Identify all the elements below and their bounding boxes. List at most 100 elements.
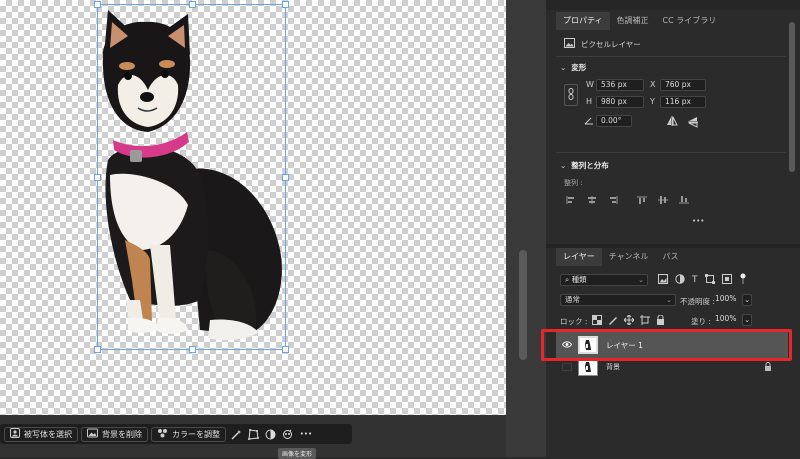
properties-scroll-thumb[interactable] [789, 22, 795, 172]
filter-adjustment-icon[interactable] [675, 273, 685, 286]
tab-layers[interactable]: レイヤー [556, 248, 602, 266]
visibility-toggle-empty[interactable] [562, 363, 572, 371]
height-field[interactable]: 980 px [596, 96, 644, 108]
lock-all-icon[interactable] [656, 314, 665, 327]
y-label: Y [650, 97, 655, 106]
align-title: 整列と分布 [571, 161, 609, 170]
properties-tab-bar: プロパティ 色調補正 CC ライブラリ [556, 12, 723, 30]
document-canvas[interactable] [0, 0, 506, 415]
opacity-dropdown[interactable]: ⌄ [742, 294, 752, 306]
remove-background-label: 背景を削除 [102, 429, 142, 439]
width-field[interactable]: 536 px [596, 79, 644, 91]
flip-vertical-icon[interactable] [688, 116, 698, 130]
tooltip-transform-image: 画像を変形 [278, 448, 317, 459]
layer-type-label: ピクセルレイヤー [581, 39, 641, 49]
filter-kind-label: 種類 [571, 275, 587, 284]
align-horizontal-center-icon[interactable] [587, 196, 597, 206]
angle-icon [584, 117, 594, 127]
align-bottom-icon[interactable] [679, 196, 689, 206]
x-label: X [650, 80, 656, 89]
right-panel: プロパティ 色調補正 CC ライブラリ ピクセルレイヤー ⌄ 変形 W 536 p… [546, 0, 800, 457]
filter-type-icon[interactable]: T [692, 275, 698, 285]
transform-section-header[interactable]: ⌄ 変形 [560, 62, 586, 73]
tab-channels[interactable]: チャンネル [602, 248, 656, 266]
lock-image-pixels-icon[interactable] [608, 315, 618, 327]
divider [556, 56, 786, 57]
canvas-scroll-thumb[interactable] [519, 250, 527, 360]
handle-top-center[interactable] [189, 1, 196, 8]
opacity-label: 不透明度 : [680, 297, 715, 306]
fill-field[interactable]: 100% [714, 314, 742, 326]
handle-middle-left[interactable] [94, 174, 101, 181]
divider [556, 152, 786, 153]
lock-icon [764, 361, 772, 373]
y-position-field[interactable]: 116 px [660, 96, 706, 108]
align-top-icon[interactable] [637, 196, 647, 206]
chain-link-icon [568, 88, 574, 102]
layer-type-row: ピクセルレイヤー [564, 38, 641, 50]
filter-smart-object-icon[interactable] [721, 273, 732, 286]
more-options-button[interactable]: ••• [297, 427, 315, 441]
align-label: 整列 : [564, 179, 583, 187]
transform-image-icon[interactable] [246, 427, 260, 441]
chevron-down-icon: ⌄ [744, 315, 751, 324]
x-position-field[interactable]: 760 px [660, 79, 706, 91]
flip-horizontal-icon[interactable] [666, 116, 678, 128]
chevron-down-icon: ⌄ [666, 296, 672, 304]
panel-top-bar [546, 0, 800, 10]
lock-label: ロック : [560, 317, 588, 326]
fill-dropdown[interactable]: ⌄ [742, 314, 752, 326]
lock-transparent-icon[interactable] [592, 315, 602, 327]
angle-field[interactable]: 0.00° [596, 115, 632, 127]
align-right-icon[interactable] [608, 196, 618, 206]
align-distribute-section-header[interactable]: ⌄ 整列と分布 [560, 160, 609, 171]
handle-bottom-center[interactable] [189, 346, 196, 353]
filter-shape-icon[interactable] [704, 273, 715, 286]
layer-name: 背景 [606, 363, 620, 371]
lock-artboard-icon[interactable] [640, 315, 650, 327]
tab-properties[interactable]: プロパティ [556, 12, 610, 30]
layer-filter-kind-select[interactable]: ⌕ 種類 ⌄ [560, 274, 648, 286]
contextual-task-bar: 被写体を選択 背景を削除 カラーを調整 ••• [0, 424, 352, 444]
handle-bottom-left[interactable] [94, 346, 101, 353]
tab-adjustments[interactable]: 色調補正 [610, 12, 656, 30]
chevron-down-icon: ⌄ [638, 276, 644, 284]
tab-cc-libraries[interactable]: CC ライブラリ [656, 12, 724, 30]
handle-top-right[interactable] [282, 1, 289, 8]
transform-bounding-box[interactable] [94, 1, 289, 353]
image-icon [87, 428, 98, 440]
align-vertical-center-icon[interactable] [658, 196, 668, 206]
magic-wand-icon[interactable] [229, 427, 243, 441]
remove-background-button[interactable]: 背景を削除 [81, 426, 148, 442]
layers-tab-bar: レイヤー チャンネル パス [556, 248, 686, 266]
selected-layer-highlight-box [541, 329, 792, 361]
link-dimensions-button[interactable] [564, 84, 578, 106]
align-left-icon[interactable] [566, 196, 576, 206]
opacity-field[interactable]: 100% [714, 294, 742, 306]
generative-fill-icon[interactable] [280, 427, 294, 441]
canvas-scrollbar[interactable] [506, 0, 546, 457]
chevron-down-icon: ⌄ [744, 295, 751, 304]
select-subject-label: 被写体を選択 [24, 429, 72, 439]
align-buttons [566, 196, 689, 206]
adjust-color-button[interactable]: カラーを調整 [151, 426, 226, 442]
filter-pixel-icon[interactable] [658, 273, 668, 286]
align-more-button[interactable]: ••• [692, 217, 704, 225]
select-subject-button[interactable]: 被写体を選択 [4, 426, 78, 442]
filter-toggle-icon[interactable] [739, 273, 747, 286]
fill-label: 塗り : [691, 317, 711, 326]
tab-paths[interactable]: パス [656, 248, 686, 266]
adjustment-circle-icon[interactable] [263, 427, 277, 441]
lock-position-icon[interactable] [623, 314, 635, 327]
chevron-down-icon: ⌄ [560, 63, 567, 72]
lock-icons [592, 314, 665, 327]
handle-bottom-right[interactable] [282, 346, 289, 353]
handle-top-left[interactable] [94, 1, 101, 8]
handle-middle-right[interactable] [282, 174, 289, 181]
person-icon [10, 428, 20, 440]
properties-scrollbar[interactable] [788, 12, 796, 242]
blend-mode-select[interactable]: 通常 ⌄ [560, 294, 676, 306]
color-dots-icon [157, 428, 168, 440]
blend-mode-value: 通常 [565, 295, 580, 304]
chevron-down-icon: ⌄ [560, 161, 567, 170]
